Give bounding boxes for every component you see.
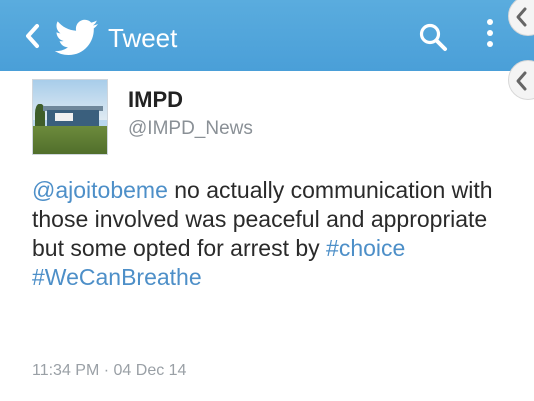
chevron-left-icon — [516, 71, 527, 91]
user-handle[interactable]: @IMPD_News — [128, 118, 253, 140]
display-name[interactable]: IMPD — [128, 87, 183, 113]
top-app-bar: Tweet — [0, 0, 534, 71]
screen-title: Tweet — [108, 23, 178, 53]
hashtag-link[interactable]: #choice — [326, 235, 405, 261]
tweet-timestamp: 11:34 PM · 04 Dec 14 — [32, 362, 187, 379]
twitter-bird-icon[interactable] — [54, 19, 100, 57]
mention-link[interactable]: @ajoitobeme — [32, 177, 168, 203]
more-options-icon[interactable] — [484, 19, 496, 55]
search-icon[interactable] — [418, 22, 448, 52]
chevron-left-icon — [516, 7, 527, 27]
avatar-sign — [55, 113, 73, 121]
hashtag-link[interactable]: #WeCanBreathe — [32, 264, 202, 290]
avatar[interactable] — [32, 79, 108, 155]
tweet-text: @ajoitobeme no actually communication wi… — [32, 176, 502, 292]
overlay-expand-handle[interactable] — [508, 60, 534, 100]
back-chevron-icon[interactable] — [22, 22, 42, 50]
tweet-detail: IMPD @IMPD_News @ajoitobeme no actually … — [0, 60, 534, 401]
